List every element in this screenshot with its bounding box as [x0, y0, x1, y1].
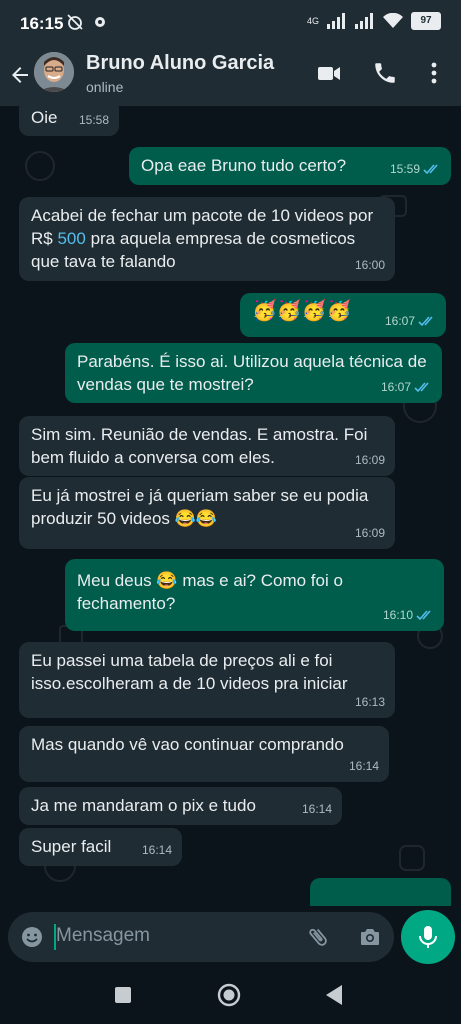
status-notification-icons — [66, 13, 108, 31]
message-bubble-outgoing[interactable]: Meu deus 😂 mas e ai? Como foi o fechamen… — [65, 559, 444, 631]
system-nav-bar — [0, 966, 461, 1024]
message-time: 16:14 — [141, 843, 172, 857]
video-call-icon[interactable] — [316, 60, 342, 86]
chat-area[interactable]: Oie 15:58 Opa eae Bruno tudo certo? 15:5… — [0, 106, 461, 906]
read-ticks-icon — [423, 164, 438, 175]
message-time: 16:09 — [354, 526, 385, 540]
message-text: Eu passei uma tabela de preços ali e foi… — [31, 651, 348, 693]
message-bubble-incoming[interactable]: Super facil 16:14 — [19, 828, 182, 866]
message-text: Parabéns. É isso ai. Utilizou aquela téc… — [77, 352, 427, 394]
contact-status: online — [86, 79, 124, 95]
attach-icon[interactable] — [306, 925, 330, 949]
message-bubble-incoming[interactable]: Eu passei uma tabela de preços ali e foi… — [19, 642, 395, 718]
message-text: Acabei de fechar um pacote de 10 videos … — [31, 206, 374, 271]
status-bar: 16:15 4G 97 — [0, 0, 461, 44]
message-text: Super facil — [31, 837, 112, 856]
battery-icon: 97 — [411, 12, 441, 30]
message-link[interactable]: 500 — [57, 229, 85, 248]
message-bubble-outgoing-partial[interactable] — [310, 878, 451, 906]
message-text: Ja me mandaram o pix e tudo — [31, 796, 256, 815]
contact-name[interactable]: Bruno Aluno Garcia — [86, 52, 274, 75]
mic-button[interactable] — [401, 910, 455, 964]
message-text: Oie — [31, 108, 58, 127]
chat-header: Bruno Aluno Garcia online — [0, 44, 461, 106]
message-time: 16:07 — [385, 310, 436, 333]
message-text: Mas quando vê vao continuar comprando — [31, 735, 344, 754]
settings-gear-icon — [95, 17, 105, 27]
message-time: 16:10 — [383, 604, 434, 627]
message-emoji: 😂😂 — [174, 509, 217, 528]
emoji-icon[interactable] — [20, 925, 44, 949]
message-text: Sim sim. Reunião de vendas. E amostra. F… — [31, 425, 368, 467]
message-bubble-outgoing[interactable]: Opa eae Bruno tudo certo? 15:59 — [129, 147, 451, 185]
nav-square-icon[interactable] — [114, 986, 132, 1004]
message-emoji: 😂 — [156, 571, 178, 590]
message-time: 16:13 — [354, 695, 385, 709]
signal-2-icon — [355, 13, 373, 29]
message-time: 16:07 — [381, 376, 432, 399]
message-bubble-incoming[interactable]: Mas quando vê vao continuar comprando 16… — [19, 726, 389, 782]
message-bubble-incoming[interactable]: Sim sim. Reunião de vendas. E amostra. F… — [19, 416, 395, 476]
voice-call-icon[interactable] — [372, 60, 398, 86]
avatar[interactable] — [34, 52, 74, 92]
message-text: Meu deus 😂 mas e ai? Como foi o fechamen… — [77, 571, 343, 613]
read-ticks-icon — [416, 610, 431, 621]
message-text: Opa eae Bruno tudo certo? — [141, 156, 347, 175]
message-bubble-incoming[interactable]: Oie 15:58 — [19, 106, 119, 136]
read-ticks-icon — [414, 382, 429, 393]
message-bubble-outgoing[interactable]: 🥳🥳🥳🥳 16:07 — [240, 293, 446, 337]
message-input[interactable]: Mensagem — [56, 925, 150, 947]
signal-icon — [327, 13, 345, 29]
message-composer[interactable]: Mensagem — [8, 912, 394, 962]
message-emoji: 🥳🥳🥳🥳 — [252, 300, 352, 322]
message-bubble-incoming[interactable]: Ja me mandaram o pix e tudo 16:14 — [19, 787, 342, 825]
message-time: 15:59 — [390, 158, 441, 181]
more-icon[interactable] — [424, 60, 444, 86]
camera-icon[interactable] — [358, 925, 382, 949]
message-time: 16:14 — [348, 759, 379, 773]
status-time: 16:15 — [20, 14, 64, 33]
back-arrow-icon[interactable] — [8, 63, 32, 87]
nav-home-icon[interactable] — [217, 983, 241, 1007]
read-ticks-icon — [418, 316, 433, 327]
message-time: 16:14 — [301, 802, 332, 816]
wifi-icon — [383, 13, 403, 28]
mic-icon — [419, 926, 437, 948]
status-right-icons: 4G 97 — [307, 12, 441, 30]
nav-back-icon[interactable] — [324, 984, 344, 1006]
message-bubble-incoming[interactable]: Eu já mostrei e já queriam saber se eu p… — [19, 477, 395, 549]
message-time: 16:09 — [354, 453, 385, 467]
message-bubble-outgoing[interactable]: Parabéns. É isso ai. Utilizou aquela téc… — [65, 343, 442, 403]
network-label: 4G — [306, 16, 319, 26]
alarm-off-icon — [67, 14, 83, 30]
message-bubble-incoming[interactable]: Acabei de fechar um pacote de 10 videos … — [19, 197, 395, 281]
message-time: 15:58 — [78, 113, 109, 127]
message-time: 16:00 — [354, 258, 385, 272]
